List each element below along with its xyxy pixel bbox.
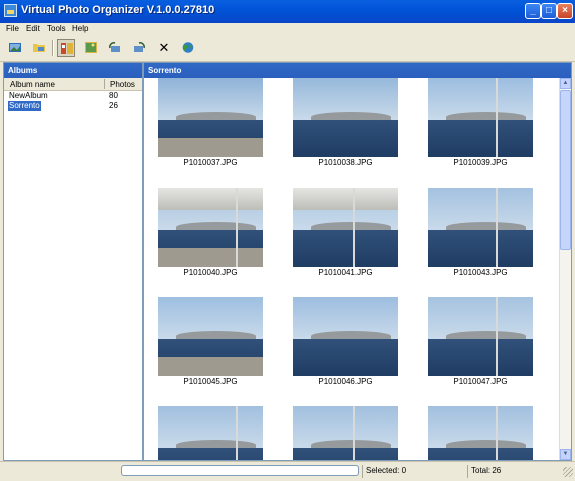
selected-count: Selected: 0 (366, 466, 407, 475)
photo-image (293, 406, 398, 460)
menu-file[interactable]: File (6, 24, 19, 33)
menu-edit[interactable]: Edit (26, 24, 40, 33)
photo-filename: P1010046.JPG (318, 377, 373, 386)
albums-panel-title: Albums (4, 63, 142, 78)
rotate-right-icon (134, 42, 145, 52)
photo-filename: P1010041.JPG (318, 268, 373, 277)
photo-thumbnail[interactable]: P1010039.JPG (428, 78, 533, 168)
photo-image (293, 297, 398, 376)
album-row-sorrento[interactable]: Sorrento 26 (4, 101, 142, 111)
scroll-down-arrow[interactable]: ▼ (560, 449, 571, 460)
photo-filename: P1010047.JPG (453, 377, 508, 386)
rotate-left-icon (109, 42, 120, 52)
new-album-button[interactable] (6, 39, 24, 57)
photo-image (293, 78, 398, 157)
view-photos-button[interactable] (82, 39, 100, 57)
photo-filename: P1010037.JPG (183, 158, 238, 167)
photo-filename: P1010043.JPG (453, 268, 508, 277)
title-bar[interactable]: Virtual Photo Organizer V.1.0.0.27810 _ … (0, 0, 575, 23)
photo-thumbnail[interactable]: P1010047.JPG (428, 297, 533, 387)
photo-thumbnail[interactable]: P1010037.JPG (158, 78, 263, 168)
new-album-icon (9, 43, 21, 52)
albums-column-headers: Album name Photos (4, 78, 142, 91)
photo-image (158, 188, 263, 267)
photo-image (428, 297, 533, 376)
view-photos-icon (85, 42, 97, 53)
app-window: Virtual Photo Organizer V.1.0.0.27810 _ … (0, 0, 575, 481)
scroll-thumb[interactable] (560, 90, 571, 250)
photo-image (293, 188, 398, 267)
photos-panel-title: Sorrento (144, 63, 571, 78)
menu-help[interactable]: Help (72, 24, 88, 33)
photo-thumbnail[interactable] (158, 406, 263, 460)
progress-bar (121, 465, 359, 476)
photo-image (428, 188, 533, 267)
menu-bar: File Edit Tools Help (0, 23, 575, 36)
photo-thumbnail[interactable]: P1010043.JPG (428, 188, 533, 278)
open-folder-button[interactable] (30, 39, 48, 57)
vertical-scrollbar[interactable]: ▲ ▼ (559, 78, 571, 460)
toolbar: ✕ (0, 36, 575, 62)
rotate-right-button[interactable] (130, 39, 148, 57)
photo-image (428, 78, 533, 157)
albums-panel: Albums Album name Photos NewAlbum 80 Sor… (3, 62, 143, 461)
maximize-button[interactable]: □ (541, 3, 557, 19)
photo-filename: P1010038.JPG (318, 158, 373, 167)
column-album-name[interactable]: Album name (10, 80, 55, 89)
scroll-up-arrow[interactable]: ▲ (560, 78, 571, 89)
photo-image (158, 78, 263, 157)
photos-panel: Sorrento P1010037.JPG P1010038.JPG P101003… (143, 62, 572, 461)
photo-image (158, 297, 263, 376)
toolbar-separator (52, 40, 54, 56)
window-title: Virtual Photo Organizer V.1.0.0.27810 (21, 4, 215, 16)
web-button[interactable] (179, 39, 197, 57)
photo-thumbnail[interactable]: P1010045.JPG (158, 297, 263, 387)
album-row-newalbum[interactable]: NewAlbum 80 (4, 91, 142, 101)
status-bar: Selected: 0 Total: 26 (0, 461, 575, 481)
menu-tools[interactable]: Tools (47, 24, 66, 33)
delete-icon: ✕ (158, 40, 170, 55)
app-photo-icon (4, 4, 17, 17)
close-button[interactable]: × (557, 3, 573, 19)
album-name: NewAlbum (9, 91, 48, 100)
open-folder-icon (33, 44, 45, 52)
photo-thumbnail[interactable]: P1010040.JPG (158, 188, 263, 278)
photo-thumbnail[interactable]: P1010041.JPG (293, 188, 398, 278)
view-thumbnails-icon (61, 43, 73, 54)
column-photos[interactable]: Photos (110, 80, 135, 89)
photo-filename: P1010040.JPG (183, 268, 238, 277)
photo-filename: P1010039.JPG (453, 158, 508, 167)
delete-button[interactable]: ✕ (155, 39, 173, 57)
album-photo-count: 26 (109, 101, 118, 110)
thumbnail-grid: P1010037.JPG P1010038.JPG P1010039.JPG P101… (144, 78, 560, 460)
view-thumbnails-button[interactable] (57, 39, 75, 57)
photo-thumbnail[interactable]: P1010046.JPG (293, 297, 398, 387)
status-divider (467, 465, 468, 478)
minimize-button[interactable]: _ (525, 3, 541, 19)
web-globe-icon (182, 42, 194, 53)
photo-thumbnail[interactable] (293, 406, 398, 460)
resize-grip[interactable] (563, 467, 573, 477)
rotate-left-button[interactable] (106, 39, 124, 57)
photo-thumbnail[interactable] (428, 406, 533, 460)
photo-image (428, 406, 533, 460)
album-photo-count: 80 (109, 91, 118, 100)
photo-filename: P1010045.JPG (183, 377, 238, 386)
photo-image (158, 406, 263, 460)
photo-thumbnail[interactable]: P1010038.JPG (293, 78, 398, 168)
album-name: Sorrento (8, 101, 41, 111)
column-divider[interactable] (104, 79, 105, 89)
status-divider (362, 465, 363, 478)
total-count: Total: 26 (471, 466, 502, 475)
